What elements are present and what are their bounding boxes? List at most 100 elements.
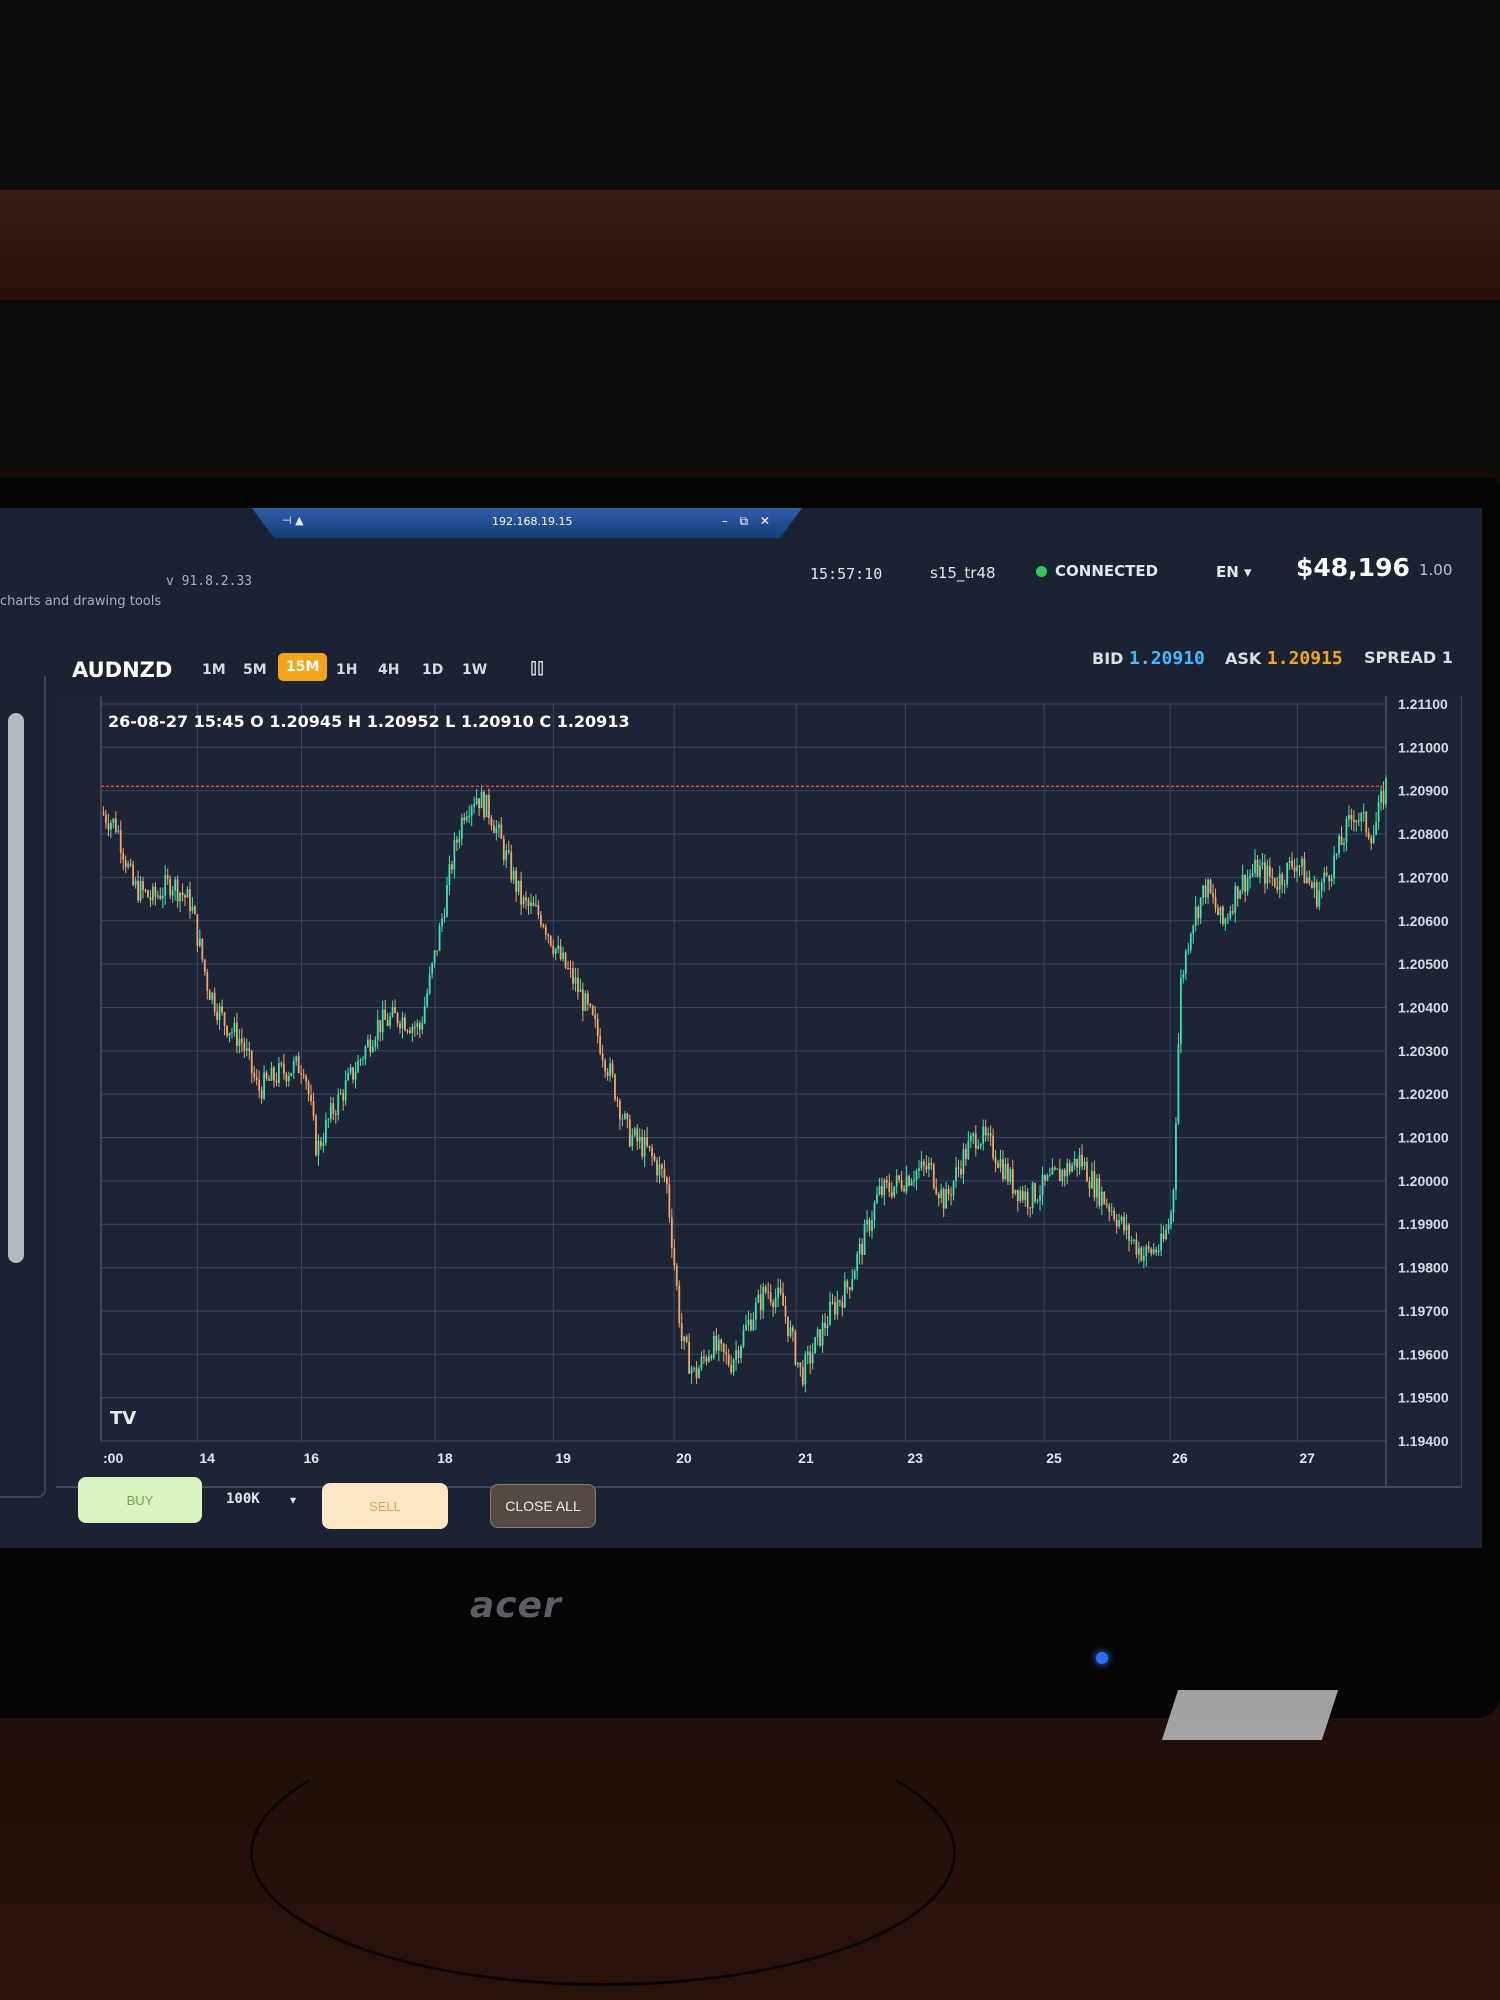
candle-body bbox=[1244, 874, 1247, 892]
symbol-selector[interactable]: AUDNZD bbox=[72, 658, 172, 682]
candle-body bbox=[465, 816, 468, 821]
candle-body bbox=[243, 1042, 246, 1051]
candle-body bbox=[1380, 791, 1382, 803]
candle-body bbox=[977, 1146, 980, 1149]
candle-body bbox=[1335, 853, 1338, 856]
candle-body bbox=[1207, 879, 1209, 898]
candle-body bbox=[297, 1056, 300, 1074]
candle-body bbox=[349, 1067, 352, 1073]
y-tick-label: 1.19800 bbox=[1398, 1260, 1449, 1276]
remote-host-ip: 192.168.19.15 bbox=[492, 515, 573, 528]
candle-body bbox=[245, 1048, 248, 1051]
candle-body bbox=[927, 1162, 930, 1170]
connection-label: CONNECTED bbox=[1055, 562, 1159, 580]
candle-body bbox=[784, 1305, 787, 1317]
candle-body bbox=[334, 1113, 337, 1115]
candle-body bbox=[915, 1170, 918, 1181]
candle-body bbox=[1152, 1249, 1155, 1254]
candle-body bbox=[809, 1351, 812, 1364]
left-panel-scrollbar[interactable] bbox=[8, 713, 24, 1263]
candle-body bbox=[455, 839, 458, 843]
y-tick-label: 1.19600 bbox=[1398, 1346, 1449, 1362]
language-select[interactable]: EN ▾ bbox=[1216, 563, 1252, 581]
spread-label: SPREAD bbox=[1364, 648, 1437, 667]
candle-body bbox=[759, 1294, 762, 1311]
candle-body bbox=[727, 1354, 730, 1366]
candle-body bbox=[814, 1337, 817, 1354]
candle-body bbox=[161, 895, 164, 899]
candle-body bbox=[1362, 812, 1365, 814]
timeframe-1w[interactable]: 1W bbox=[462, 658, 487, 682]
candle-body bbox=[535, 905, 537, 907]
candle-body bbox=[186, 889, 189, 898]
candle-body bbox=[799, 1362, 802, 1368]
candle-body bbox=[500, 824, 503, 839]
candle-body bbox=[480, 791, 483, 809]
candle-body bbox=[567, 967, 569, 969]
candle-body bbox=[386, 1019, 389, 1026]
candle-body bbox=[1110, 1210, 1113, 1212]
price-chart[interactable]: 1.21100 1.21000 1.20900 1.20800 1.20700 1.206… bbox=[56, 696, 1460, 1486]
candle-body bbox=[1382, 791, 1385, 805]
candle-body bbox=[1340, 836, 1343, 845]
timeframe-1d[interactable]: 1D bbox=[422, 658, 443, 682]
candle-body bbox=[1147, 1246, 1150, 1249]
candle-body bbox=[154, 886, 157, 897]
chart-background bbox=[56, 696, 1460, 1486]
timeframe-1m[interactable]: 1M bbox=[202, 658, 226, 682]
candle-body bbox=[1155, 1249, 1158, 1253]
candle-body bbox=[1088, 1181, 1091, 1189]
candle-body bbox=[147, 890, 149, 898]
buy-button[interactable]: BUY bbox=[78, 1477, 202, 1523]
candle-body bbox=[1217, 908, 1219, 916]
candle-body bbox=[935, 1187, 938, 1194]
candle-body bbox=[955, 1167, 957, 1182]
candle-body bbox=[327, 1119, 330, 1121]
y-tick-label: 1.19700 bbox=[1398, 1303, 1449, 1319]
candle-body bbox=[512, 870, 515, 880]
candle-body bbox=[712, 1335, 715, 1358]
y-tick-label: 1.20200 bbox=[1398, 1086, 1449, 1102]
candle-body bbox=[171, 890, 174, 896]
candle-body bbox=[1002, 1159, 1004, 1179]
trading-app-screen: ⊣ ▲ 192.168.19.15 – ⧉ ✕ v 91.8.2.33 char… bbox=[0, 508, 1482, 1548]
candle-body bbox=[1140, 1247, 1143, 1261]
candle-body bbox=[1036, 1200, 1039, 1202]
candle-body bbox=[1165, 1229, 1167, 1240]
candle-body bbox=[651, 1147, 653, 1157]
candle-body bbox=[1266, 865, 1269, 884]
window-controls[interactable]: – ⧉ ✕ bbox=[722, 514, 774, 529]
candle-body bbox=[801, 1367, 804, 1385]
candle-body bbox=[932, 1164, 935, 1188]
candle-body bbox=[614, 1074, 616, 1100]
candlestick-icon[interactable]: ⫾⫾ bbox=[530, 655, 544, 680]
sell-button[interactable]: SELL bbox=[322, 1483, 448, 1529]
timeframe-1h[interactable]: 1H bbox=[336, 658, 357, 682]
candle-body bbox=[357, 1060, 359, 1073]
candle-body bbox=[159, 895, 162, 899]
candle-body bbox=[974, 1133, 977, 1149]
remote-desktop-bar[interactable]: ⊣ ▲ 192.168.19.15 – ⧉ ✕ bbox=[252, 508, 802, 538]
timeframe-4h[interactable]: 4H bbox=[378, 658, 399, 682]
candle-body bbox=[816, 1329, 819, 1338]
chevron-down-icon[interactable]: ▾ bbox=[290, 1493, 296, 1507]
timeframe-15m[interactable]: 15M bbox=[278, 653, 328, 681]
candle-body bbox=[218, 1006, 221, 1020]
candle-body bbox=[871, 1220, 873, 1231]
timeframe-5m[interactable]: 5M bbox=[243, 658, 267, 682]
candle-body bbox=[725, 1352, 728, 1355]
candle-body bbox=[599, 1036, 602, 1054]
candle-body bbox=[1095, 1178, 1098, 1198]
close-all-button[interactable]: CLOSE ALL bbox=[490, 1484, 596, 1528]
power-led-icon[interactable] bbox=[1096, 1652, 1108, 1664]
candle-body bbox=[717, 1339, 720, 1351]
candle-body bbox=[473, 804, 476, 807]
candle-body bbox=[446, 884, 448, 917]
candle-body bbox=[320, 1140, 322, 1147]
candle-body bbox=[1053, 1167, 1056, 1170]
candle-body bbox=[1058, 1168, 1061, 1182]
candle-body bbox=[488, 794, 490, 818]
lot-size-select[interactable]: 100K bbox=[226, 1491, 260, 1507]
candle-body bbox=[290, 1073, 293, 1077]
connection-status: CONNECTED bbox=[1036, 562, 1158, 580]
